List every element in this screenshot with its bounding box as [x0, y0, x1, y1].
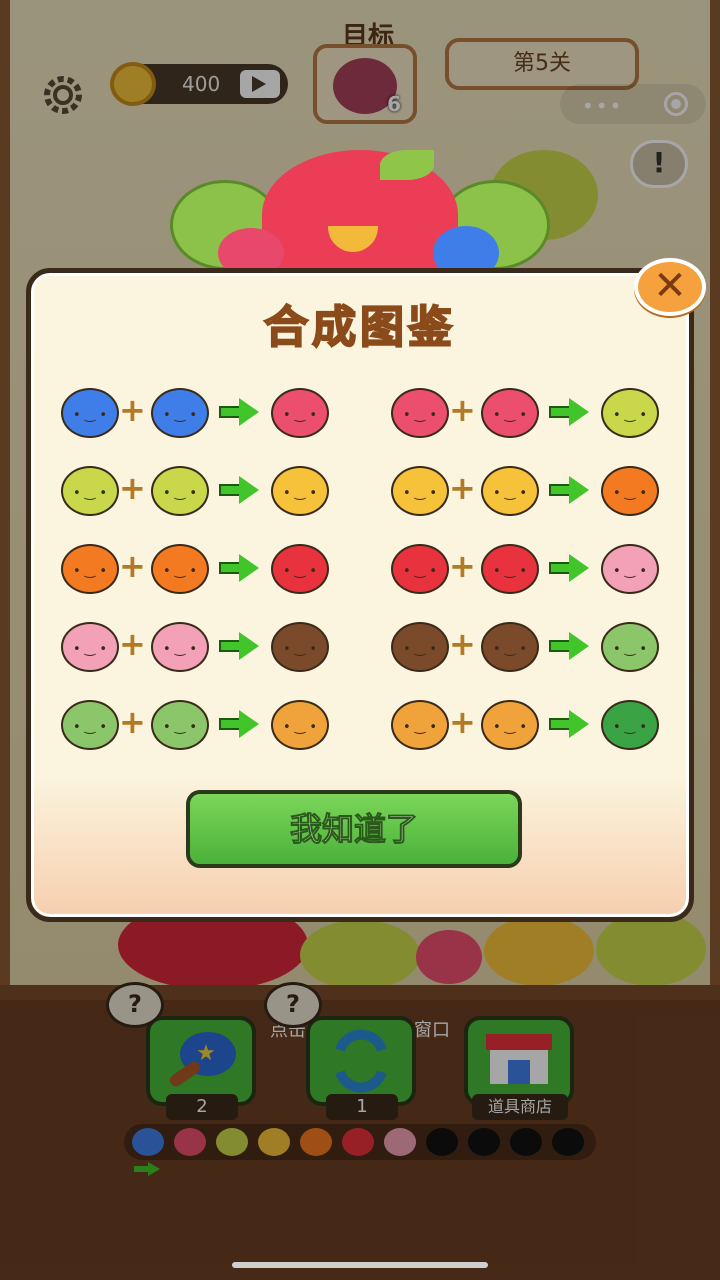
- arrow-icon: [219, 398, 259, 426]
- plus-icon: +: [119, 547, 146, 585]
- raspberry-icon: • ‿ •: [271, 388, 329, 438]
- plus-icon: +: [119, 391, 146, 429]
- coconut-icon: • ‿ •: [391, 622, 449, 672]
- lemon-icon: • ‿ •: [601, 388, 659, 438]
- plus-icon: +: [449, 547, 476, 585]
- plus-icon: +: [449, 469, 476, 507]
- recipe-row: • ‿ • + • ‿ • • ‿ •: [55, 690, 345, 760]
- plus-icon: +: [119, 703, 146, 741]
- lemon-icon: • ‿ •: [61, 466, 119, 516]
- banana-icon: • ‿ •: [391, 466, 449, 516]
- recipe-row: • ‿ • + • ‿ • • ‿ •: [385, 378, 675, 448]
- home-indicator[interactable]: [232, 1262, 488, 1268]
- plus-icon: +: [119, 469, 146, 507]
- apple-icon: • ‿ •: [391, 544, 449, 594]
- apple-icon: • ‿ •: [271, 544, 329, 594]
- recipe-row: • ‿ • + • ‿ • • ‿ •: [55, 378, 345, 448]
- melon-icon: • ‿ •: [61, 700, 119, 750]
- recipe-row: • ‿ • + • ‿ • • ‿ •: [385, 690, 675, 760]
- plus-icon: +: [449, 703, 476, 741]
- plus-icon: +: [449, 625, 476, 663]
- blueberry-icon: • ‿ •: [151, 388, 209, 438]
- melon-icon: • ‿ •: [151, 700, 209, 750]
- recipe-row: • ‿ • + • ‿ • • ‿ •: [385, 612, 675, 682]
- coconut-icon: • ‿ •: [271, 622, 329, 672]
- recipe-row: • ‿ • + • ‿ • • ‿ •: [385, 456, 675, 526]
- peach-icon: • ‿ •: [61, 622, 119, 672]
- arrow-icon: [219, 476, 259, 504]
- cantaloupe-icon: • ‿ •: [271, 700, 329, 750]
- modal-title: 合成图鉴: [263, 301, 456, 354]
- peach-icon: • ‿ •: [601, 544, 659, 594]
- recipe-row: • ‿ • + • ‿ • • ‿ •: [55, 612, 345, 682]
- arrow-icon: [549, 710, 589, 738]
- banana-icon: • ‿ •: [271, 466, 329, 516]
- blueberry-icon: • ‿ •: [61, 388, 119, 438]
- arrow-icon: [219, 554, 259, 582]
- lemon-icon: • ‿ •: [151, 466, 209, 516]
- banana-icon: • ‿ •: [481, 466, 539, 516]
- apple-icon: • ‿ •: [481, 544, 539, 594]
- raspberry-icon: • ‿ •: [391, 388, 449, 438]
- orange-icon: • ‿ •: [151, 544, 209, 594]
- arrow-icon: [549, 476, 589, 504]
- leaf-icon: [380, 150, 434, 180]
- recipe-list: • ‿ • + • ‿ • • ‿ • • ‿ • + • ‿ • • ‿ • • ‿ • + • …: [55, 378, 675, 758]
- plus-icon: +: [449, 391, 476, 429]
- arrow-icon: [549, 554, 589, 582]
- raspberry-icon: • ‿ •: [481, 388, 539, 438]
- peach-icon: • ‿ •: [151, 622, 209, 672]
- arrow-icon: [549, 632, 589, 660]
- melon-icon: • ‿ •: [601, 622, 659, 672]
- coconut-icon: • ‿ •: [481, 622, 539, 672]
- arrow-icon: [549, 398, 589, 426]
- recipe-row: • ‿ • + • ‿ • • ‿ •: [55, 534, 345, 604]
- recipe-row: • ‿ • + • ‿ • • ‿ •: [55, 456, 345, 526]
- cantaloupe-icon: • ‿ •: [391, 700, 449, 750]
- plus-icon: +: [119, 625, 146, 663]
- orange-icon: • ‿ •: [61, 544, 119, 594]
- recipe-row: • ‿ • + • ‿ • • ‿ •: [385, 534, 675, 604]
- cantaloupe-icon: • ‿ •: [481, 700, 539, 750]
- close-button[interactable]: ✕: [634, 258, 706, 316]
- confirm-button[interactable]: 我知道了: [186, 790, 522, 868]
- orange-icon: • ‿ •: [601, 466, 659, 516]
- watermelon-icon: • ‿ •: [601, 700, 659, 750]
- arrow-icon: [219, 710, 259, 738]
- arrow-icon: [219, 632, 259, 660]
